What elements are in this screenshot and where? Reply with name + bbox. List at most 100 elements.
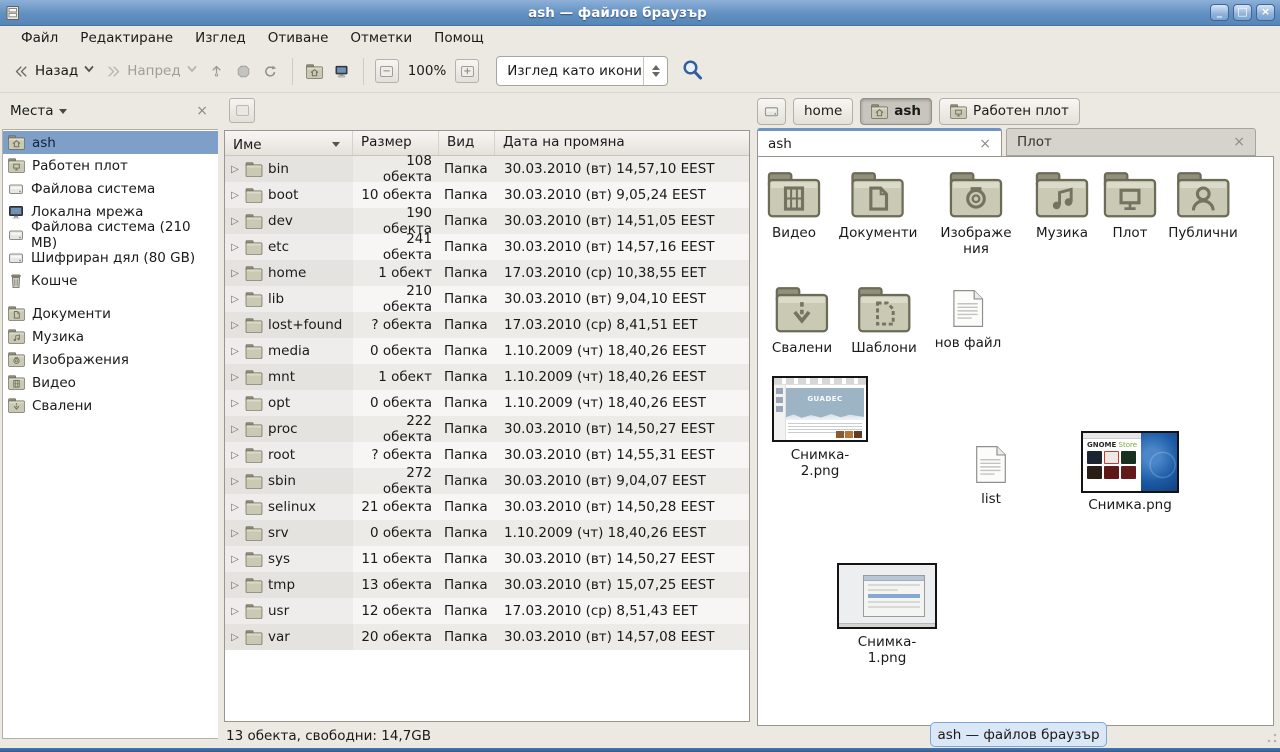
taskbar-window-button[interactable]: ash — файлов браузър (930, 722, 1107, 747)
path-button-home[interactable]: home (793, 98, 853, 125)
column-header-type[interactable]: Вид (439, 131, 495, 155)
table-row[interactable]: ▷ sbin 272 обекта Папка 30.03.2010 (вт) … (225, 468, 749, 494)
expander-icon[interactable]: ▷ (230, 242, 240, 253)
table-row[interactable]: ▷ dev 190 обекта Папка 30.03.2010 (вт) 1… (225, 208, 749, 234)
table-row[interactable]: ▷ selinux 21 обекта Папка 30.03.2010 (вт… (225, 494, 749, 520)
reload-button[interactable] (257, 60, 284, 83)
table-row[interactable]: ▷ mnt 1 обект Папка 1.10.2009 (чт) 18,40… (225, 364, 749, 390)
icon-item-downloads[interactable]: Свалени (772, 286, 832, 356)
computer-button[interactable] (328, 60, 355, 83)
expander-icon[interactable]: ▷ (230, 554, 240, 565)
tree-root-toggle-button[interactable] (229, 98, 255, 123)
table-row[interactable]: ▷ boot 10 обекта Папка 30.03.2010 (вт) 9… (225, 182, 749, 208)
icon-item-documents[interactable]: Документи (839, 171, 918, 241)
menu-go[interactable]: Отиване (257, 27, 340, 49)
menu-view[interactable]: Изглед (184, 27, 257, 49)
expander-icon[interactable]: ▷ (230, 398, 240, 409)
table-row[interactable]: ▷ home 1 обект Папка 17.03.2010 (ср) 10,… (225, 260, 749, 286)
forward-history-chevron-icon[interactable] (186, 63, 198, 79)
menu-edit[interactable]: Редактиране (69, 27, 184, 49)
sidebar-item-9[interactable]: Изображения (3, 348, 218, 371)
sidebar-item-4[interactable]: Файлова система (210 MB) (3, 223, 218, 246)
menu-file[interactable]: Файл (10, 27, 69, 49)
home-button[interactable] (301, 60, 328, 83)
table-row[interactable]: ▷ srv 0 обекта Папка 1.10.2009 (чт) 18,4… (225, 520, 749, 546)
expander-icon[interactable]: ▷ (230, 502, 240, 513)
path-button-desktop[interactable]: Работен плот (939, 98, 1080, 125)
expander-icon[interactable]: ▷ (230, 476, 240, 487)
back-history-chevron-icon[interactable] (83, 63, 95, 79)
menu-help[interactable]: Помощ (423, 27, 495, 49)
table-row[interactable]: ▷ etc 241 обекта Папка 30.03.2010 (вт) 1… (225, 234, 749, 260)
icon-item-new-file[interactable]: нов файл (935, 289, 1002, 351)
expander-icon[interactable]: ▷ (230, 372, 240, 383)
expander-icon[interactable]: ▷ (230, 528, 240, 539)
spinner-icon[interactable] (643, 57, 667, 85)
stop-button[interactable] (230, 60, 257, 83)
tab-close-icon[interactable]: × (979, 136, 991, 152)
expander-icon[interactable]: ▷ (230, 164, 240, 175)
icon-view[interactable]: Видео Документи Изображения Музика Плот … (757, 156, 1274, 726)
expander-icon[interactable]: ▷ (230, 294, 240, 305)
tab-ash[interactable]: ash × (757, 128, 1002, 156)
expander-icon[interactable]: ▷ (230, 450, 240, 461)
expander-icon[interactable]: ▷ (230, 190, 240, 201)
minimize-button[interactable]: _ (1210, 4, 1229, 21)
table-row[interactable]: ▷ lost+found ? обекта Папка 17.03.2010 (… (225, 312, 749, 338)
search-button[interactable] (680, 57, 704, 85)
thumbnail-snimka[interactable]: GNOME Store (1081, 431, 1179, 493)
sidebar-item-1[interactable]: Работен плот (3, 154, 218, 177)
expander-icon[interactable]: ▷ (230, 216, 240, 227)
expander-icon[interactable]: ▷ (230, 320, 240, 331)
column-header-date[interactable]: Дата на промяна (495, 131, 749, 155)
expander-icon[interactable]: ▷ (230, 424, 240, 435)
sidebar-item-10[interactable]: Видео (3, 371, 218, 394)
view-mode-select[interactable]: Изглед като икони (496, 56, 668, 86)
expander-icon[interactable]: ▷ (230, 606, 240, 617)
expander-icon[interactable]: ▷ (230, 632, 240, 643)
sidebar-item-ash[interactable]: ash (3, 131, 218, 154)
sidebar-item-6[interactable]: Кошче (3, 269, 218, 292)
table-row[interactable]: ▷ proc 222 обекта Папка 30.03.2010 (вт) … (225, 416, 749, 442)
icon-item-pictures[interactable]: Изображения (940, 171, 1012, 257)
close-button[interactable]: × (1256, 4, 1275, 21)
icon-item-list[interactable]: list (976, 445, 1007, 507)
icon-item-public[interactable]: Публични (1168, 171, 1237, 241)
zoom-out-button[interactable]: − (375, 59, 399, 83)
thumbnail-snimka-2[interactable]: GUADEC (772, 376, 868, 442)
table-row[interactable]: ▷ tmp 13 обекта Папка 30.03.2010 (вт) 15… (225, 572, 749, 598)
sidebar-item-2[interactable]: Файлова система (3, 177, 218, 200)
icon-item-video[interactable]: Видео (767, 171, 821, 241)
tab-plot[interactable]: Плот × (1006, 128, 1256, 156)
up-button[interactable] (203, 60, 230, 83)
table-row[interactable]: ▷ sys 11 обекта Папка 30.03.2010 (вт) 14… (225, 546, 749, 572)
expander-icon[interactable]: ▷ (230, 580, 240, 591)
table-row[interactable]: ▷ lib 210 обекта Папка 30.03.2010 (вт) 9… (225, 286, 749, 312)
column-header-size[interactable]: Размер (353, 131, 439, 155)
back-button[interactable]: Назад (8, 59, 100, 83)
zoom-in-button[interactable]: + (455, 59, 479, 83)
table-row[interactable]: ▷ media 0 обекта Папка 1.10.2009 (чт) 18… (225, 338, 749, 364)
sidebar-item-11[interactable]: Свалени (3, 394, 218, 417)
thumbnail-snimka-1[interactable] (837, 563, 937, 629)
titlebar[interactable]: ash — файлов браузър _ □ × (0, 0, 1280, 26)
places-dropdown-icon[interactable] (59, 109, 67, 114)
table-row[interactable]: ▷ opt 0 обекта Папка 1.10.2009 (чт) 18,4… (225, 390, 749, 416)
icon-item-desktop[interactable]: Плот (1103, 171, 1157, 241)
resize-grip[interactable] (1267, 733, 1277, 743)
path-button-ash[interactable]: ash (860, 98, 932, 125)
sidebar-item-5[interactable]: Шифриран дял (80 GB) (3, 246, 218, 269)
table-row[interactable]: ▷ usr 12 обекта Папка 17.03.2010 (ср) 8,… (225, 598, 749, 624)
expander-icon[interactable]: ▷ (230, 268, 240, 279)
table-row[interactable]: ▷ var 20 обекта Папка 30.03.2010 (вт) 14… (225, 624, 749, 650)
table-row[interactable]: ▷ root ? обекта Папка 30.03.2010 (вт) 14… (225, 442, 749, 468)
places-header[interactable]: Места (10, 103, 54, 119)
expander-icon[interactable]: ▷ (230, 346, 240, 357)
path-root-button[interactable] (757, 98, 786, 125)
icon-item-music[interactable]: Музика (1035, 171, 1089, 241)
sidebar-close-icon[interactable]: × (196, 103, 208, 119)
table-row[interactable]: ▷ bin 108 обекта Папка 30.03.2010 (вт) 1… (225, 156, 749, 182)
icon-item-templates[interactable]: Шаблони (851, 286, 917, 356)
sidebar-item-8[interactable]: Музика (3, 325, 218, 348)
forward-button[interactable]: Напред (100, 59, 202, 83)
